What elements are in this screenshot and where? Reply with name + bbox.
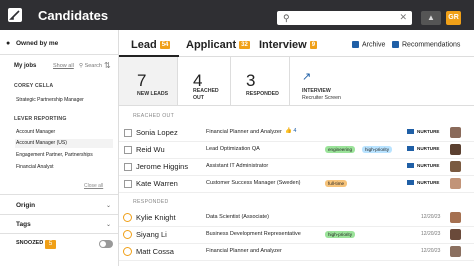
job-title: Assistant IT Administrator — [206, 163, 269, 169]
snoozed-count-badge: 5 — [45, 240, 56, 249]
archive-button[interactable]: Archive — [352, 41, 385, 48]
mail-icon — [407, 146, 414, 152]
person-icon: ● — [6, 40, 11, 47]
row-checkbox[interactable] — [124, 129, 132, 137]
job-title: Data Scientist (Associate) — [206, 214, 269, 220]
stage-interview[interactable]: ↗ INTERVIEW Recruiter Screen — [290, 57, 370, 105]
sidebar-group-title: COREY CELLA — [14, 83, 54, 89]
sidebar-job-item[interactable]: Engagement Partner, Partnerships — [14, 152, 114, 160]
my-jobs-label: My jobs — [14, 63, 37, 69]
candidate-name[interactable]: Jerome Higgins — [136, 162, 188, 171]
page-title: Candidates — [38, 8, 109, 23]
job-title: Lead Optimization QA — [206, 146, 260, 152]
job-title: Customer Success Manager (Sweden) — [206, 180, 301, 186]
chevron-down-icon[interactable]: ⌄ — [106, 221, 111, 228]
search-icon: ⚲ — [283, 13, 290, 23]
nurture-status: NURTURE — [407, 163, 439, 169]
candidate-row[interactable]: Kate Warren Customer Success Manager (Sw… — [119, 176, 474, 193]
job-title: Financial Planner and Analyzer — [206, 248, 282, 254]
job-title: Financial Planner and Analyzer — [206, 129, 282, 135]
pipeline-stages: 7 NEW LEADS 4 REACHED OUT 3 RESPONDED ↗ … — [119, 57, 474, 106]
sidebar-job-item[interactable]: Financial Analyst — [14, 164, 114, 172]
jobs-search-link[interactable]: ⚲ Search — [79, 63, 102, 69]
sidebar-job-item[interactable]: Account Manager (US) — [14, 139, 114, 148]
tags-filter[interactable]: Tags — [16, 221, 31, 228]
sidebar-group-title: LEVER REPORTING — [14, 116, 67, 122]
candidate-avatar — [450, 246, 461, 257]
last-activity-date: 12/20/23 — [421, 231, 441, 237]
nurture-status: NURTURE — [407, 129, 439, 135]
candidate-avatar — [450, 212, 461, 223]
mail-icon — [407, 129, 414, 135]
job-title: Business Development Representative — [206, 231, 301, 237]
bookmark-icon — [392, 41, 399, 48]
clock-icon — [123, 230, 132, 239]
tag-badge: high-priority — [325, 231, 355, 238]
snoozed-label: SNOOZED — [16, 240, 44, 246]
show-all-link[interactable]: Show all — [53, 63, 74, 69]
owned-by-me-filter[interactable]: Owned by me — [16, 40, 58, 47]
notifications-bell-icon[interactable]: ▲ — [421, 11, 441, 25]
stage-reached-out[interactable]: 4 REACHED OUT — [178, 57, 230, 105]
candidate-name[interactable]: Reid Wu — [136, 145, 165, 154]
candidate-row[interactable]: Kylie Knight Data Scientist (Associate) … — [119, 210, 474, 227]
candidate-avatar — [450, 144, 461, 155]
user-avatar[interactable]: GR — [446, 11, 461, 25]
clock-icon — [123, 247, 132, 256]
candidate-row[interactable]: Jerome Higgins Assistant IT Administrato… — [119, 159, 474, 176]
origin-filter[interactable]: Origin — [16, 202, 35, 209]
row-checkbox[interactable] — [124, 180, 132, 188]
candidate-name[interactable]: Siyang Li — [136, 230, 167, 239]
snoozed-toggle[interactable] — [99, 240, 113, 248]
top-bar: Candidates ⚲ ✕ ▲ GR — [0, 0, 474, 30]
tag-badge: engineering — [325, 146, 356, 153]
candidate-avatar — [450, 178, 461, 189]
search-input[interactable]: ⚲ ✕ — [277, 11, 412, 25]
candidate-avatar — [450, 161, 461, 172]
archive-icon — [352, 41, 359, 48]
candidate-row[interactable]: Siyang Li Business Development Represent… — [119, 227, 474, 244]
mail-icon — [407, 163, 414, 169]
clock-icon — [123, 213, 132, 222]
clear-search-icon[interactable]: ✕ — [399, 12, 407, 23]
arrow-up-right-icon: ↗ — [302, 71, 312, 83]
candidate-name[interactable]: Kate Warren — [136, 179, 178, 188]
tab-applicant[interactable]: Applicant 32 — [186, 39, 250, 51]
stage-new-leads[interactable]: 7 NEW LEADS — [119, 57, 177, 105]
tab-lead[interactable]: Lead 54 — [131, 39, 171, 51]
row-checkbox[interactable] — [124, 146, 132, 154]
row-checkbox[interactable] — [124, 163, 132, 171]
candidate-avatar — [450, 229, 461, 240]
section-reached-out: REACHED OUT — [133, 113, 175, 119]
stage-tabs: Lead 54 Applicant 32 Interview 9 Archive Re… — [119, 30, 474, 57]
mail-icon — [407, 180, 414, 186]
candidate-avatar — [450, 127, 461, 138]
sidebar-job-item[interactable]: Account Manager — [14, 129, 114, 137]
tag-badge: high-priority — [362, 146, 392, 153]
tag-badge: full-time — [325, 180, 348, 187]
recommendations-button[interactable]: Recommendations — [392, 41, 460, 48]
chevron-down-icon[interactable]: ⌄ — [106, 202, 111, 209]
section-responded: RESPONDED — [133, 199, 169, 205]
stage-responded[interactable]: 3 RESPONDED — [231, 57, 289, 105]
candidate-row[interactable]: Matt Cossa Financial Planner and Analyze… — [119, 244, 474, 261]
sidebar: ● Owned by me My jobs Show all ⚲ Search … — [0, 30, 119, 266]
close-all-link[interactable]: Close all — [84, 183, 103, 189]
last-activity-date: 12/20/23 — [421, 214, 441, 220]
last-activity-date: 12/20/23 — [421, 248, 441, 254]
tab-interview[interactable]: Interview 9 — [259, 39, 318, 51]
candidate-name[interactable]: Matt Cossa — [136, 247, 174, 256]
lever-logo-icon — [8, 8, 22, 22]
candidate-name[interactable]: Kylie Knight — [136, 213, 176, 222]
candidate-row[interactable]: Sonia Lopez Financial Planner and Analyz… — [119, 125, 474, 142]
candidate-row[interactable]: Reid Wu Lead Optimization QA engineering… — [119, 142, 474, 159]
nurture-status: NURTURE — [407, 180, 439, 186]
nurture-status: NURTURE — [407, 146, 439, 152]
sort-icon[interactable]: ⇅ — [104, 61, 111, 70]
thumbs-up-count: 👍 4 — [285, 128, 297, 134]
candidate-name[interactable]: Sonia Lopez — [136, 128, 178, 137]
sidebar-job-item[interactable]: Strategic Partnership Manager — [14, 97, 114, 105]
